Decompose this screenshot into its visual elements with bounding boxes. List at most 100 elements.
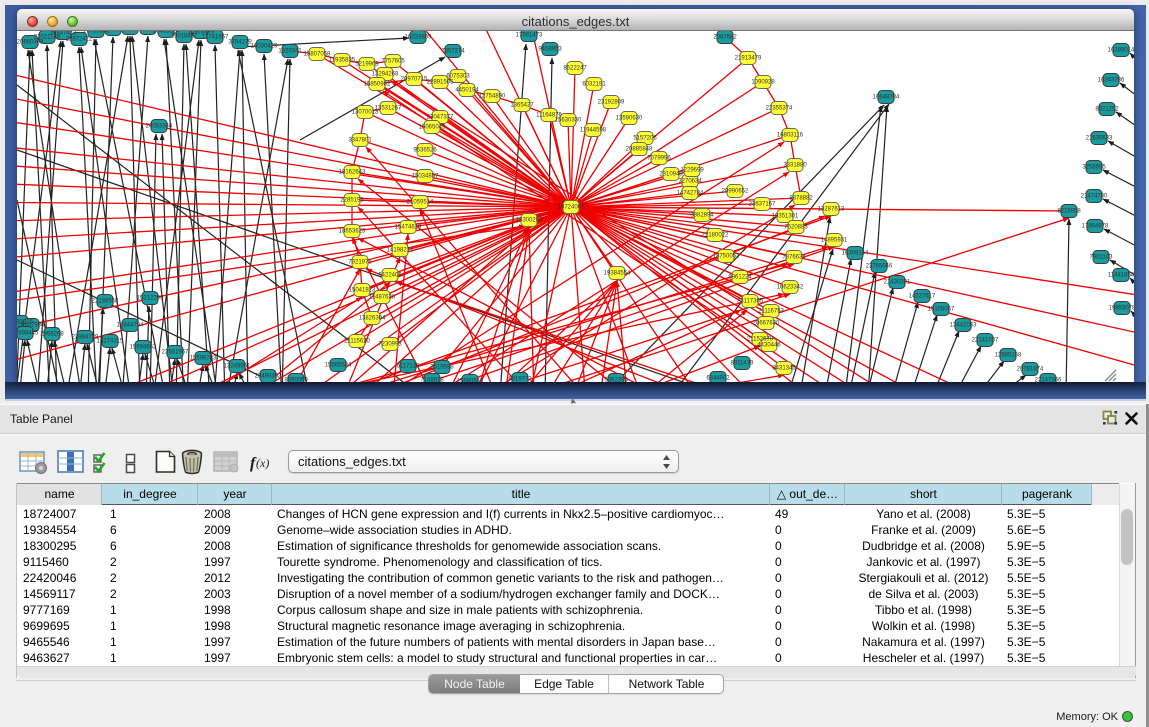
svg-text:15694662: 15694662	[130, 345, 157, 351]
svg-text:15474619: 15474619	[395, 225, 422, 231]
svg-text:20885848: 20885848	[626, 147, 653, 153]
svg-text:19384554: 19384554	[604, 271, 631, 277]
svg-text:8431345: 8431345	[772, 366, 796, 372]
svg-text:3270634: 3270634	[678, 179, 702, 185]
svg-text:22141037: 22141037	[972, 338, 999, 344]
svg-text:8878882: 8878882	[789, 196, 813, 202]
svg-text:5157206: 5157206	[633, 136, 657, 142]
svg-text:6032191: 6032191	[582, 82, 606, 88]
svg-text:8911479: 8911479	[731, 361, 755, 367]
svg-text:14844794: 14844794	[117, 323, 144, 329]
svg-text:23192809: 23192809	[598, 100, 625, 106]
svg-text:3882894: 3882894	[690, 213, 714, 219]
svg-text:1229699: 1229699	[680, 168, 704, 174]
svg-text:5219969: 5219969	[355, 62, 379, 68]
svg-text:20970715: 20970715	[401, 77, 428, 83]
svg-text:7901103: 7901103	[1090, 255, 1114, 261]
svg-text:16648784: 16648784	[873, 95, 900, 101]
svg-text:9536526: 9536526	[413, 148, 437, 154]
svg-text:5362395: 5362395	[604, 378, 628, 383]
svg-text:9458953: 9458953	[538, 47, 562, 53]
svg-text:20667630: 20667630	[753, 321, 780, 327]
svg-text:22355374: 22355374	[766, 106, 793, 112]
svg-text:18653623: 18653623	[339, 229, 366, 235]
svg-text:6075303: 6075303	[446, 74, 470, 80]
svg-text:15565584: 15565584	[325, 363, 352, 369]
svg-text:23490352: 23490352	[255, 374, 282, 380]
svg-text:6919772: 6919772	[508, 377, 532, 383]
svg-text:14527617: 14527617	[909, 294, 936, 300]
svg-text:11487628: 11487628	[369, 295, 396, 301]
svg-text:14895931: 14895931	[821, 238, 848, 244]
svg-text:7757605: 7757605	[381, 59, 405, 65]
svg-text:9961224: 9961224	[728, 275, 752, 281]
svg-text:15980555: 15980555	[457, 379, 484, 383]
svg-text:3347801: 3347801	[348, 138, 372, 144]
svg-text:16289014: 16289014	[1108, 48, 1134, 54]
svg-text:22972422: 22972422	[66, 37, 93, 43]
svg-text:8690069: 8690069	[284, 378, 308, 383]
svg-text:4430446: 4430446	[757, 343, 781, 349]
svg-text:22180022: 22180022	[702, 233, 729, 239]
svg-text:8621252: 8621252	[1095, 107, 1119, 113]
svg-text:18300295: 18300295	[516, 218, 543, 224]
svg-text:21474780: 21474780	[1081, 194, 1108, 200]
svg-text:8522247: 8522247	[563, 66, 587, 72]
svg-text:3331880: 3331880	[783, 163, 807, 169]
svg-text:13531267: 13531267	[375, 106, 402, 112]
svg-text:23117365: 23117365	[737, 299, 764, 305]
svg-text:12754890: 12754890	[479, 94, 506, 100]
svg-text:7921975: 7921975	[348, 260, 372, 266]
svg-text:(x): (x)	[256, 456, 269, 470]
svg-text:15105057: 15105057	[928, 307, 955, 313]
svg-text:13826304: 13826304	[359, 316, 386, 322]
svg-text:16803116: 16803116	[777, 133, 804, 139]
svg-text:18724007: 18724007	[558, 205, 585, 211]
svg-text:3258695: 3258695	[1082, 165, 1106, 171]
svg-text:22891505: 22891505	[427, 80, 454, 86]
svg-text:15596783: 15596783	[190, 356, 217, 362]
svg-text:23984729: 23984729	[72, 335, 99, 341]
svg-text:19351301: 19351301	[772, 214, 799, 220]
svg-text:22188558: 22188558	[92, 299, 119, 305]
svg-text:7079996: 7079996	[647, 156, 671, 162]
svg-text:1920341: 1920341	[278, 49, 302, 55]
svg-text:21913479: 21913479	[735, 56, 762, 62]
svg-text:1090928: 1090928	[751, 80, 775, 86]
svg-text:20990652: 20990652	[722, 189, 749, 195]
svg-text:3519598: 3519598	[430, 365, 454, 371]
svg-text:23561967: 23561967	[162, 350, 189, 356]
svg-text:18162643: 18162643	[339, 170, 366, 176]
svg-text:21430391: 21430391	[884, 280, 911, 286]
svg-text:11164876: 11164876	[536, 113, 562, 119]
svg-text:11944598: 11944598	[580, 128, 607, 134]
svg-text:14742784: 14742784	[677, 191, 704, 197]
svg-text:2866268: 2866268	[40, 332, 64, 338]
svg-text:23637167: 23637167	[749, 202, 776, 208]
svg-text:11441854: 11441854	[1108, 273, 1134, 279]
svg-text:4450194: 4450194	[455, 88, 479, 94]
svg-text:15034857: 15034857	[412, 174, 439, 180]
svg-text:21630633: 21630633	[1086, 136, 1113, 142]
svg-text:11935835: 11935835	[329, 58, 356, 64]
svg-text:13287613: 13287613	[818, 207, 845, 213]
svg-text:14198212: 14198212	[387, 248, 414, 254]
svg-text:19893078: 19893078	[1109, 306, 1134, 312]
svg-text:15065043: 15065043	[419, 125, 446, 131]
svg-text:7230993: 7230993	[378, 342, 402, 348]
svg-text:20637980: 20637980	[18, 323, 45, 329]
svg-text:20053346: 20053346	[146, 124, 173, 130]
svg-text:2087682: 2087682	[713, 35, 737, 41]
svg-text:16033809: 16033809	[405, 35, 432, 41]
svg-text:13249951: 13249951	[224, 364, 251, 370]
svg-text:21059514: 21059514	[407, 200, 434, 206]
svg-text:16243786: 16243786	[1098, 78, 1125, 84]
svg-text:6117128: 6117128	[397, 364, 421, 370]
svg-text:3784179: 3784179	[228, 40, 252, 46]
svg-text:15807058: 15807058	[304, 52, 331, 58]
svg-text:21116753: 21116753	[758, 309, 784, 315]
svg-text:7520883: 7520883	[784, 225, 808, 231]
svg-text:12685158: 12685158	[995, 353, 1022, 359]
svg-text:7357274: 7357274	[441, 49, 465, 55]
svg-text:17864978: 17864978	[1082, 224, 1109, 230]
